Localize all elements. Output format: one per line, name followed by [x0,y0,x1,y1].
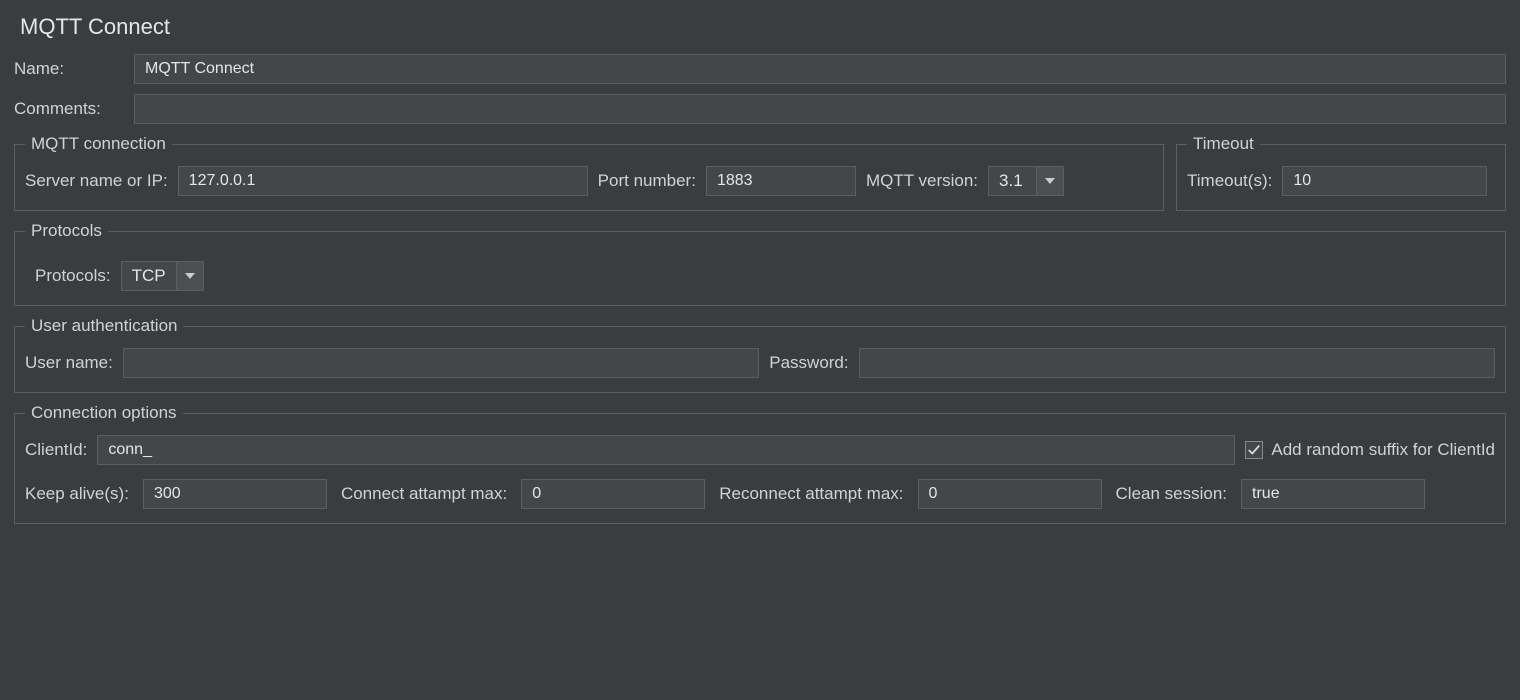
mqtt-version-value: 3.1 [989,167,1037,195]
comments-input[interactable] [134,94,1506,124]
password-input[interactable] [859,348,1495,378]
clientid-input[interactable] [97,435,1235,465]
connection-options-legend: Connection options [25,403,183,423]
comments-label: Comments: [14,99,126,119]
protocols-label: Protocols: [35,266,111,286]
timeout-input[interactable] [1282,166,1487,196]
port-input[interactable] [706,166,856,196]
timeout-legend: Timeout [1187,134,1260,154]
protocols-legend: Protocols [25,221,108,241]
connection-options-group: Connection options ClientId: Add random … [14,403,1506,524]
reconnect-attempt-max-input[interactable] [918,479,1102,509]
connect-attempt-max-input[interactable] [521,479,705,509]
name-row: Name: [14,54,1506,84]
mqtt-version-select[interactable]: 3.1 [988,166,1064,196]
random-suffix-label: Add random suffix for ClientId [1271,440,1495,460]
page-title: MQTT Connect [20,14,1506,40]
clean-session-label: Clean session: [1116,484,1228,504]
connect-attempt-max-label: Connect attampt max: [341,484,507,504]
check-icon [1247,443,1261,457]
protocols-group: Protocols Protocols: TCP [14,221,1506,306]
server-input[interactable] [178,166,588,196]
keep-alive-input[interactable] [143,479,327,509]
user-name-input[interactable] [123,348,759,378]
timeout-group: Timeout Timeout(s): [1176,134,1506,211]
name-input[interactable] [134,54,1506,84]
clean-session-input[interactable] [1241,479,1425,509]
port-label: Port number: [598,171,696,191]
connection-timeout-row: MQTT connection Server name or IP: Port … [14,134,1506,211]
mqtt-connection-group: MQTT connection Server name or IP: Port … [14,134,1164,211]
reconnect-attempt-max-label: Reconnect attampt max: [719,484,903,504]
user-auth-legend: User authentication [25,316,183,336]
random-suffix-checkbox-wrap[interactable]: Add random suffix for ClientId [1245,440,1495,460]
keep-alive-label: Keep alive(s): [25,484,129,504]
name-label: Name: [14,59,126,79]
random-suffix-checkbox[interactable] [1245,441,1263,459]
password-label: Password: [769,353,848,373]
timeout-label: Timeout(s): [1187,171,1272,191]
mqtt-connection-legend: MQTT connection [25,134,172,154]
chevron-down-icon [1037,167,1063,195]
protocols-value: TCP [122,262,177,290]
user-auth-group: User authentication User name: Password: [14,316,1506,393]
chevron-down-icon [177,262,203,290]
protocols-select[interactable]: TCP [121,261,204,291]
user-name-label: User name: [25,353,113,373]
clientid-label: ClientId: [25,440,87,460]
mqtt-version-label: MQTT version: [866,171,978,191]
server-label: Server name or IP: [25,171,168,191]
comments-row: Comments: [14,94,1506,124]
